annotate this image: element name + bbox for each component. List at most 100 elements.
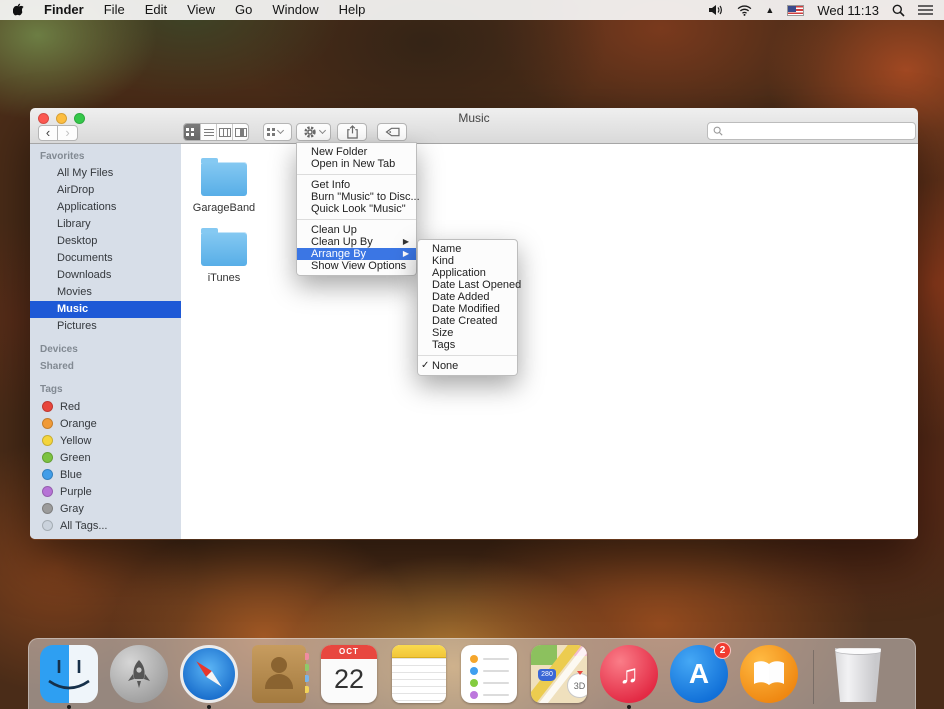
dock-calendar-icon[interactable]: OCT 22 bbox=[320, 645, 378, 703]
dock-safari-icon[interactable] bbox=[180, 645, 238, 703]
menu-bar-clock[interactable]: Wed 11:13 bbox=[817, 3, 879, 18]
folder-garageband[interactable]: GarageBand bbox=[186, 154, 262, 214]
grid-icon bbox=[186, 128, 189, 131]
menu-finder[interactable]: Finder bbox=[34, 0, 94, 20]
dock-trash-icon[interactable] bbox=[829, 645, 887, 703]
submenu-item-name[interactable]: Name bbox=[418, 243, 517, 255]
folder-itunes[interactable]: iTunes bbox=[186, 224, 262, 284]
menu-item-new-folder[interactable]: New Folder bbox=[297, 146, 416, 158]
dock-reminders-icon[interactable] bbox=[460, 645, 518, 703]
search-field[interactable] bbox=[707, 122, 916, 140]
menu-item-quick-look[interactable]: Quick Look "Music" bbox=[297, 203, 416, 215]
icon-view-button[interactable] bbox=[184, 124, 200, 140]
menu-go[interactable]: Go bbox=[225, 0, 262, 20]
file-area[interactable]: GarageBand iTunes bbox=[181, 144, 918, 539]
tag-label: Yellow bbox=[60, 435, 91, 447]
submenu-item-size[interactable]: Size bbox=[418, 327, 517, 339]
column-view-button[interactable] bbox=[216, 124, 232, 140]
menu-item-arrange-by[interactable]: Arrange By▶ bbox=[297, 248, 416, 260]
menu-item-clean-up[interactable]: Clean Up bbox=[297, 224, 416, 236]
sidebar-item-movies[interactable]: Movies bbox=[30, 284, 181, 301]
menu-help[interactable]: Help bbox=[329, 0, 376, 20]
sidebar-tag-red[interactable]: Red bbox=[30, 398, 181, 415]
sidebar-item-downloads[interactable]: Downloads bbox=[30, 267, 181, 284]
window-toolbar: Music ‹ › bbox=[30, 108, 918, 144]
tag-dot-red-icon bbox=[42, 401, 53, 412]
arrange-button[interactable] bbox=[263, 123, 292, 141]
running-indicator bbox=[207, 705, 211, 709]
sidebar-tag-yellow[interactable]: Yellow bbox=[30, 432, 181, 449]
sidebar-tag-all-tags[interactable]: All Tags... bbox=[30, 517, 181, 534]
submenu-item-kind[interactable]: Kind bbox=[418, 255, 517, 267]
status-triangle-icon[interactable]: ▲ bbox=[765, 5, 774, 15]
menu-item-open-in-new-tab[interactable]: Open in New Tab bbox=[297, 158, 416, 170]
submenu-item-date-last-opened[interactable]: Date Last Opened bbox=[418, 279, 517, 291]
menu-window[interactable]: Window bbox=[262, 0, 328, 20]
sidebar-item-music[interactable]: Music bbox=[30, 301, 181, 318]
sidebar-tag-gray[interactable]: Gray bbox=[30, 500, 181, 517]
dock-notes-icon[interactable] bbox=[390, 645, 448, 703]
dock-contacts-icon[interactable] bbox=[250, 645, 308, 703]
close-button[interactable] bbox=[38, 113, 49, 124]
sidebar-item-documents[interactable]: Documents bbox=[30, 250, 181, 267]
dock-launchpad-icon[interactable] bbox=[110, 645, 168, 703]
sidebar-item-pictures[interactable]: Pictures bbox=[30, 318, 181, 335]
submenu-item-tags[interactable]: Tags bbox=[418, 339, 517, 351]
folder-icon bbox=[201, 232, 247, 266]
running-indicator bbox=[627, 705, 631, 709]
sidebar-item-desktop[interactable]: Desktop bbox=[30, 233, 181, 250]
menu-item-show-view-options[interactable]: Show View Options bbox=[297, 260, 416, 272]
notification-center-icon[interactable] bbox=[918, 4, 933, 16]
navigation-buttons: ‹ › bbox=[38, 125, 78, 141]
tags-button[interactable] bbox=[377, 123, 407, 141]
spotlight-icon[interactable] bbox=[892, 4, 905, 17]
dock-app-store-icon[interactable]: A 2 bbox=[670, 645, 728, 703]
sidebar-tag-orange[interactable]: Orange bbox=[30, 415, 181, 432]
minimize-button[interactable] bbox=[56, 113, 67, 124]
sidebar-item-library[interactable]: Library bbox=[30, 216, 181, 233]
calendar-month: OCT bbox=[321, 645, 377, 659]
sidebar-item-all-my-files[interactable]: All My Files bbox=[30, 165, 181, 182]
submenu-item-date-modified[interactable]: Date Modified bbox=[418, 303, 517, 315]
menu-separator bbox=[297, 219, 416, 220]
submenu-item-date-created[interactable]: Date Created bbox=[418, 315, 517, 327]
dock-maps-icon[interactable]: 280 3D bbox=[530, 645, 588, 703]
dock-ibooks-icon[interactable] bbox=[740, 645, 798, 703]
menu-file[interactable]: File bbox=[94, 0, 135, 20]
back-button[interactable]: ‹ bbox=[38, 125, 58, 141]
search-input[interactable] bbox=[727, 125, 910, 137]
list-icon bbox=[204, 129, 214, 136]
menu-item-get-info[interactable]: Get Info bbox=[297, 179, 416, 191]
dock-finder-icon[interactable] bbox=[40, 645, 98, 703]
dock-itunes-icon[interactable]: ♫ bbox=[600, 645, 658, 703]
sidebar-section-devices: Devices bbox=[30, 341, 181, 358]
list-view-button[interactable] bbox=[200, 124, 216, 140]
sidebar-item-airdrop[interactable]: AirDrop bbox=[30, 182, 181, 199]
sidebar-tag-green[interactable]: Green bbox=[30, 449, 181, 466]
submenu-item-date-added[interactable]: Date Added bbox=[418, 291, 517, 303]
sidebar-tag-blue[interactable]: Blue bbox=[30, 466, 181, 483]
action-gear-button[interactable] bbox=[296, 123, 331, 141]
menu-item-burn-to-disc[interactable]: Burn "Music" to Disc... bbox=[297, 191, 416, 203]
search-icon bbox=[713, 126, 723, 136]
menu-view[interactable]: View bbox=[177, 0, 225, 20]
wifi-icon[interactable] bbox=[737, 5, 752, 16]
menu-item-clean-up-by[interactable]: Clean Up By▶ bbox=[297, 236, 416, 248]
input-source-flag-icon[interactable] bbox=[787, 5, 804, 16]
volume-icon[interactable] bbox=[709, 4, 724, 16]
coverflow-view-button[interactable] bbox=[232, 124, 248, 140]
share-button[interactable] bbox=[337, 123, 367, 141]
menu-edit[interactable]: Edit bbox=[135, 0, 177, 20]
submenu-item-none[interactable]: ✓ None bbox=[418, 360, 517, 372]
coverflow-icon bbox=[235, 128, 247, 137]
submenu-item-application[interactable]: Application bbox=[418, 267, 517, 279]
apple-menu-icon[interactable] bbox=[11, 3, 34, 18]
zoom-button[interactable] bbox=[74, 113, 85, 124]
forward-button[interactable]: › bbox=[58, 125, 78, 141]
tag-label: Orange bbox=[60, 418, 97, 430]
app-store-a-glyph: A bbox=[689, 658, 709, 690]
sidebar-tag-purple[interactable]: Purple bbox=[30, 483, 181, 500]
tag-dot-green-icon bbox=[42, 452, 53, 463]
sidebar-item-applications[interactable]: Applications bbox=[30, 199, 181, 216]
tag-dot-gray-icon bbox=[42, 503, 53, 514]
